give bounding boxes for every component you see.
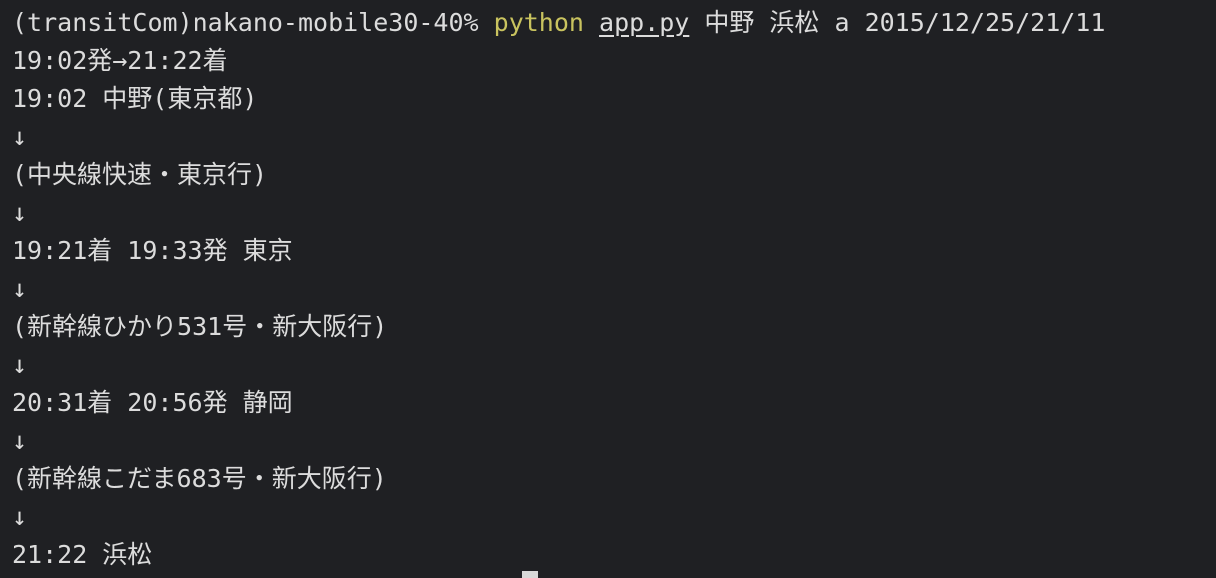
terminal-cursor [522,571,538,578]
output-line-arrow: ↓ [12,198,28,227]
output-line-summary: 19:02発→21:22着 [12,46,228,75]
output-line-arrow: ↓ [12,122,28,151]
output-line-arrow: ↓ [12,502,28,531]
prompt-line: (transitCom)nakano-mobile30-40% python a… [12,4,1216,42]
output-line-train: (新幹線こだま683号・新大阪行) [12,464,387,493]
output-line-train: (新幹線ひかり531号・新大阪行) [12,312,388,341]
output-line-train: (中央線快速・東京行) [12,160,268,189]
prompt-user-host: (transitCom)nakano-mobile30-40% [12,8,494,37]
output-line-transfer: 20:31着 20:56発 静岡 [12,388,293,417]
output-line-arrow: ↓ [12,274,28,303]
output-line-departure: 19:02 中野(東京都) [12,84,258,113]
output-line-arrival: 21:22 浜松 [12,540,153,569]
prompt-file-link[interactable]: app.py [599,8,689,37]
prompt-command: python [493,8,584,37]
prompt-arguments: 中野 浜松 a 2015/12/25/21/11 [689,8,1106,37]
output-line-arrow: ↓ [12,350,28,379]
terminal-window[interactable]: (transitCom)nakano-mobile30-40% python a… [0,0,1216,578]
output-line-arrow: ↓ [12,426,28,455]
output-line-transfer: 19:21着 19:33発 東京 [12,236,293,265]
